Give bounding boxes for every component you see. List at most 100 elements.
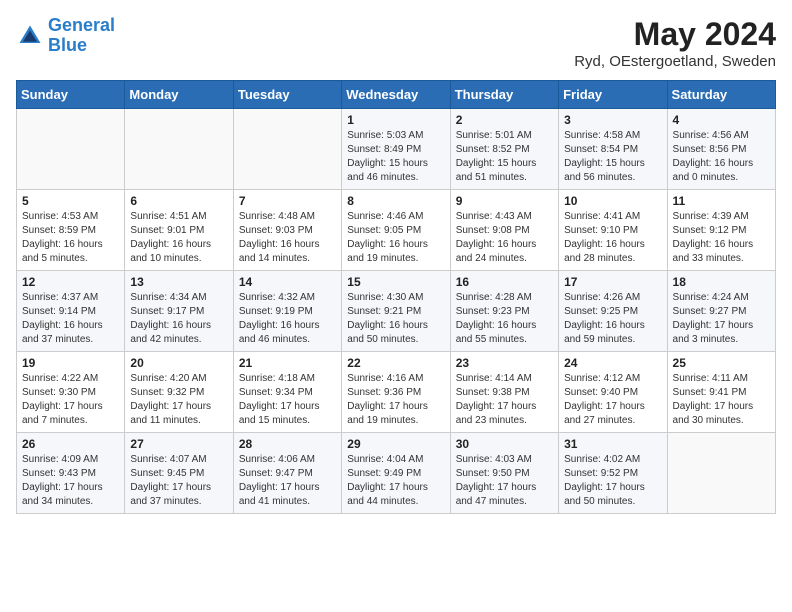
day-number: 1	[347, 113, 444, 127]
calendar-cell: 5 Sunrise: 4:53 AM Sunset: 8:59 PM Daylig…	[17, 190, 125, 271]
day-number: 6	[130, 194, 227, 208]
weekday-header-wednesday: Wednesday	[342, 81, 450, 109]
day-number: 18	[673, 275, 770, 289]
weekday-header-row: SundayMondayTuesdayWednesdayThursdayFrid…	[17, 81, 776, 109]
day-info: Sunrise: 4:56 AM Sunset: 8:56 PM Dayligh…	[673, 129, 770, 185]
day-number: 21	[239, 356, 336, 370]
calendar-cell: 9 Sunrise: 4:43 AM Sunset: 9:08 PM Daylig…	[450, 190, 558, 271]
day-number: 24	[564, 356, 661, 370]
calendar-cell: 1Sunrise: 5:03 AM Sunset: 8:49 PM Daylig…	[342, 109, 450, 190]
day-number: 22	[347, 356, 444, 370]
calendar-cell: 13 Sunrise: 4:34 AM Sunset: 9:17 PM Dayli…	[125, 271, 233, 352]
day-info: Sunrise: 4:18 AM Sunset: 9:34 PM Dayligh…	[239, 372, 336, 428]
calendar-cell: 17 Sunrise: 4:26 AM Sunset: 9:25 PM Dayli…	[559, 271, 667, 352]
day-number: 23	[456, 356, 553, 370]
day-number: 30	[456, 437, 553, 451]
day-number: 31	[564, 437, 661, 451]
weekday-header-saturday: Saturday	[667, 81, 775, 109]
calendar-cell: 25Sunrise: 4:11 AM Sunset: 9:41 PM Dayli…	[667, 352, 775, 433]
page-header: General Blue May 2024 Ryd, OEstergoetlan…	[16, 16, 776, 70]
calendar-cell: 24 Sunrise: 4:12 AM Sunset: 9:40 PM Dayli…	[559, 352, 667, 433]
day-info: Sunrise: 4:12 AM Sunset: 9:40 PM Dayligh…	[564, 372, 661, 428]
day-info: Sunrise: 4:39 AM Sunset: 9:12 PM Dayligh…	[673, 210, 770, 266]
calendar-cell	[125, 109, 233, 190]
calendar-cell: 11Sunrise: 4:39 AM Sunset: 9:12 PM Dayli…	[667, 190, 775, 271]
calendar-cell: 19 Sunrise: 4:22 AM Sunset: 9:30 PM Dayli…	[17, 352, 125, 433]
day-number: 3	[564, 113, 661, 127]
calendar-cell: 2 Sunrise: 5:01 AM Sunset: 8:52 PM Daylig…	[450, 109, 558, 190]
day-info: Sunrise: 4:32 AM Sunset: 9:19 PM Dayligh…	[239, 291, 336, 347]
day-info: Sunrise: 4:07 AM Sunset: 9:45 PM Dayligh…	[130, 453, 227, 509]
day-info: Sunrise: 4:04 AM Sunset: 9:49 PM Dayligh…	[347, 453, 444, 509]
calendar-week-row: 12 Sunrise: 4:37 AM Sunset: 9:14 PM Dayli…	[17, 271, 776, 352]
day-number: 27	[130, 437, 227, 451]
day-number: 4	[673, 113, 770, 127]
day-number: 2	[456, 113, 553, 127]
day-number: 5	[22, 194, 119, 208]
calendar-cell	[233, 109, 341, 190]
calendar-cell	[667, 433, 775, 514]
day-info: Sunrise: 4:03 AM Sunset: 9:50 PM Dayligh…	[456, 453, 553, 509]
weekday-header-monday: Monday	[125, 81, 233, 109]
calendar-cell: 7 Sunrise: 4:48 AM Sunset: 9:03 PM Daylig…	[233, 190, 341, 271]
logo-general: General	[48, 15, 115, 35]
day-number: 12	[22, 275, 119, 289]
month-title: May 2024	[574, 16, 776, 53]
day-info: Sunrise: 4:22 AM Sunset: 9:30 PM Dayligh…	[22, 372, 119, 428]
location-subtitle: Ryd, OEstergoetland, Sweden	[574, 53, 776, 70]
calendar-cell: 21 Sunrise: 4:18 AM Sunset: 9:34 PM Dayli…	[233, 352, 341, 433]
calendar-cell: 8Sunrise: 4:46 AM Sunset: 9:05 PM Daylig…	[342, 190, 450, 271]
calendar-cell: 26Sunrise: 4:09 AM Sunset: 9:43 PM Dayli…	[17, 433, 125, 514]
calendar-cell: 16 Sunrise: 4:28 AM Sunset: 9:23 PM Dayli…	[450, 271, 558, 352]
calendar-cell: 6 Sunrise: 4:51 AM Sunset: 9:01 PM Daylig…	[125, 190, 233, 271]
day-number: 19	[22, 356, 119, 370]
day-number: 28	[239, 437, 336, 451]
day-number: 15	[347, 275, 444, 289]
weekday-header-sunday: Sunday	[17, 81, 125, 109]
day-info: Sunrise: 4:34 AM Sunset: 9:17 PM Dayligh…	[130, 291, 227, 347]
day-info: Sunrise: 4:14 AM Sunset: 9:38 PM Dayligh…	[456, 372, 553, 428]
day-info: Sunrise: 4:48 AM Sunset: 9:03 PM Dayligh…	[239, 210, 336, 266]
day-number: 9	[456, 194, 553, 208]
day-info: Sunrise: 4:16 AM Sunset: 9:36 PM Dayligh…	[347, 372, 444, 428]
day-number: 16	[456, 275, 553, 289]
calendar-cell: 27 Sunrise: 4:07 AM Sunset: 9:45 PM Dayli…	[125, 433, 233, 514]
calendar-cell: 4 Sunrise: 4:56 AM Sunset: 8:56 PM Daylig…	[667, 109, 775, 190]
day-info: Sunrise: 4:02 AM Sunset: 9:52 PM Dayligh…	[564, 453, 661, 509]
logo-icon	[16, 22, 44, 50]
calendar-week-row: 19 Sunrise: 4:22 AM Sunset: 9:30 PM Dayli…	[17, 352, 776, 433]
calendar-cell: 22 Sunrise: 4:16 AM Sunset: 9:36 PM Dayli…	[342, 352, 450, 433]
weekday-header-thursday: Thursday	[450, 81, 558, 109]
calendar-cell: 29 Sunrise: 4:04 AM Sunset: 9:49 PM Dayli…	[342, 433, 450, 514]
calendar-cell: 23 Sunrise: 4:14 AM Sunset: 9:38 PM Dayli…	[450, 352, 558, 433]
calendar-week-row: 26Sunrise: 4:09 AM Sunset: 9:43 PM Dayli…	[17, 433, 776, 514]
day-info: Sunrise: 4:58 AM Sunset: 8:54 PM Dayligh…	[564, 129, 661, 185]
day-number: 7	[239, 194, 336, 208]
calendar-cell: 15 Sunrise: 4:30 AM Sunset: 9:21 PM Dayli…	[342, 271, 450, 352]
day-info: Sunrise: 4:41 AM Sunset: 9:10 PM Dayligh…	[564, 210, 661, 266]
day-info: Sunrise: 4:20 AM Sunset: 9:32 PM Dayligh…	[130, 372, 227, 428]
weekday-header-friday: Friday	[559, 81, 667, 109]
day-info: Sunrise: 4:51 AM Sunset: 9:01 PM Dayligh…	[130, 210, 227, 266]
day-info: Sunrise: 4:37 AM Sunset: 9:14 PM Dayligh…	[22, 291, 119, 347]
day-number: 26	[22, 437, 119, 451]
title-block: May 2024 Ryd, OEstergoetland, Sweden	[574, 16, 776, 70]
day-number: 13	[130, 275, 227, 289]
logo-blue: Blue	[48, 35, 87, 55]
day-info: Sunrise: 4:26 AM Sunset: 9:25 PM Dayligh…	[564, 291, 661, 347]
weekday-header-tuesday: Tuesday	[233, 81, 341, 109]
day-info: Sunrise: 4:46 AM Sunset: 9:05 PM Dayligh…	[347, 210, 444, 266]
day-info: Sunrise: 4:28 AM Sunset: 9:23 PM Dayligh…	[456, 291, 553, 347]
day-info: Sunrise: 4:30 AM Sunset: 9:21 PM Dayligh…	[347, 291, 444, 347]
calendar-cell: 30 Sunrise: 4:03 AM Sunset: 9:50 PM Dayli…	[450, 433, 558, 514]
calendar-cell: 3 Sunrise: 4:58 AM Sunset: 8:54 PM Daylig…	[559, 109, 667, 190]
day-info: Sunrise: 4:06 AM Sunset: 9:47 PM Dayligh…	[239, 453, 336, 509]
calendar-cell: 12 Sunrise: 4:37 AM Sunset: 9:14 PM Dayli…	[17, 271, 125, 352]
day-info: Sunrise: 4:11 AM Sunset: 9:41 PM Dayligh…	[673, 372, 770, 428]
calendar-week-row: 1Sunrise: 5:03 AM Sunset: 8:49 PM Daylig…	[17, 109, 776, 190]
day-info: Sunrise: 5:01 AM Sunset: 8:52 PM Dayligh…	[456, 129, 553, 185]
day-info: Sunrise: 4:53 AM Sunset: 8:59 PM Dayligh…	[22, 210, 119, 266]
day-number: 29	[347, 437, 444, 451]
day-info: Sunrise: 4:43 AM Sunset: 9:08 PM Dayligh…	[456, 210, 553, 266]
day-number: 17	[564, 275, 661, 289]
